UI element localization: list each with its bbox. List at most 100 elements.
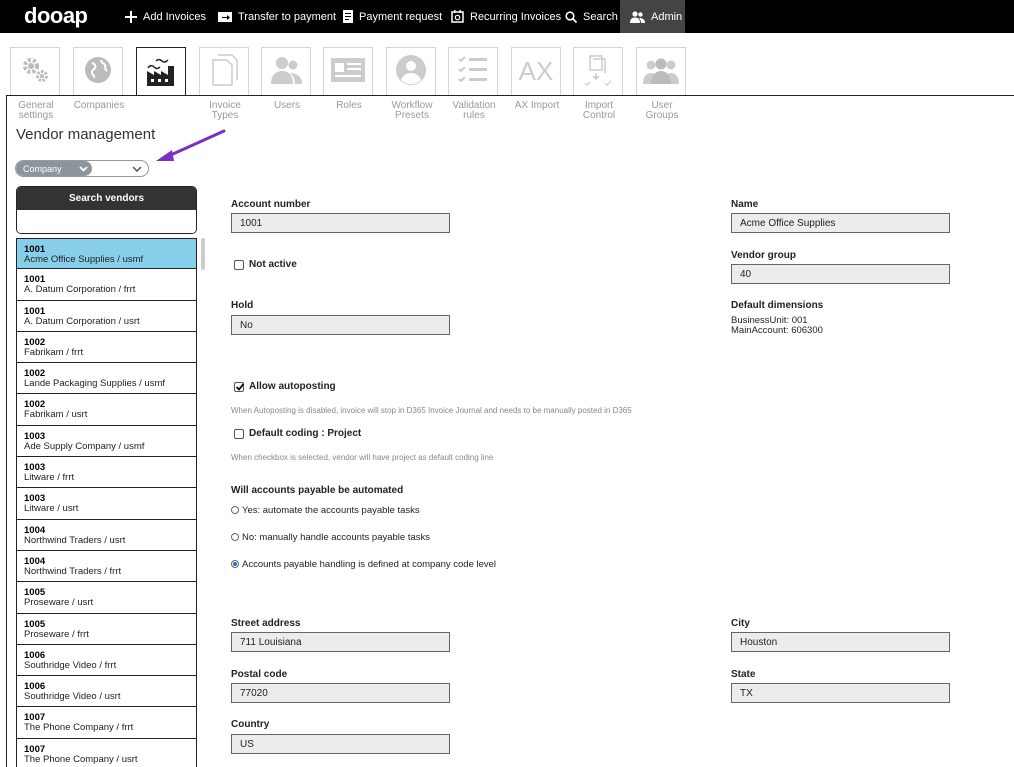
city-label: City <box>731 618 750 629</box>
nav-label: Admin <box>651 10 683 23</box>
tab-general-settings[interactable]: General settings <box>10 47 62 121</box>
list-item[interactable]: 1006 Southridge Video / frrt <box>17 645 196 677</box>
state-field[interactable] <box>731 683 950 703</box>
vendor-name: Southridge Video / usrt <box>24 691 121 703</box>
default-coding-label: Default coding : Project <box>249 428 362 439</box>
list-item[interactable]: 1004 Northwind Traders / usrt <box>17 520 196 551</box>
account-number-field[interactable] <box>231 213 450 233</box>
postal-code-field[interactable] <box>231 683 450 703</box>
tab-companies[interactable]: Companies <box>73 47 125 111</box>
company-filter[interactable]: Company <box>15 160 149 177</box>
chevron-down-icon <box>132 163 142 175</box>
vendor-name: Proseware / frrt <box>24 628 89 640</box>
vendor-list-scrollbar[interactable] <box>201 238 205 270</box>
vendor-group-field[interactable] <box>731 264 950 284</box>
list-item[interactable]: 1005 Proseware / usrt <box>17 582 196 614</box>
name-label: Name <box>731 199 759 210</box>
street-address-label: Street address <box>231 618 301 629</box>
hold-label: Hold <box>231 300 254 311</box>
vendor-name: Fabrikam / usrt <box>24 409 88 421</box>
vendor-name: Litware / usrt <box>24 503 79 515</box>
nav-transfer-to-payment[interactable]: Transfer to payment <box>218 0 336 33</box>
list-item[interactable]: 1003 Litware / usrt <box>17 488 196 520</box>
default-dimensions-line2: MainAccount: 606300 <box>731 325 823 336</box>
tab-users[interactable]: Users <box>261 47 313 111</box>
ap-option-no-radio[interactable] <box>231 533 239 541</box>
ap-option-yes-radio[interactable] <box>231 506 239 514</box>
vendor-name: Ade Supply Company / usmf <box>24 440 145 452</box>
nav-label: Search <box>583 10 618 23</box>
tab-label: Workflow Presets <box>391 100 433 121</box>
default-coding-checkbox[interactable] <box>234 429 244 439</box>
recurring-icon <box>451 10 464 23</box>
list-item[interactable]: 1001 A. Datum Corporation / frrt <box>17 269 196 301</box>
nav-admin[interactable]: Admin <box>620 0 685 33</box>
vendor-name: Proseware / usrt <box>24 597 94 609</box>
vendor-name: Northwind Traders / usrt <box>24 534 126 546</box>
list-item[interactable]: 1003 Litware / frrt <box>17 457 196 489</box>
nav-label: Add Invoices <box>143 10 206 23</box>
ax-icon: AX <box>518 56 554 86</box>
factory-icon <box>145 56 177 89</box>
ap-option-company-radio[interactable] <box>231 560 239 568</box>
list-item[interactable]: 1003 Ade Supply Company / usmf <box>17 426 196 458</box>
tab-label: General settings <box>18 100 54 121</box>
not-active-label: Not active <box>249 259 297 270</box>
tab-import-control[interactable]: Import Control <box>573 47 625 121</box>
tab-invoice-types[interactable]: Invoice Types <box>199 47 251 121</box>
nav-search[interactable]: Search <box>565 0 618 33</box>
account-number-label: Account number <box>231 199 311 210</box>
vendor-name: Southridge Video / frrt <box>24 659 117 671</box>
list-item[interactable]: 1002 Lande Packaging Supplies / usmf <box>17 363 196 395</box>
vendor-search-panel: Search vendors <box>16 186 197 234</box>
vendor-search-input[interactable] <box>17 210 196 233</box>
list-item[interactable]: 1002 Fabrikam / frrt <box>17 332 196 364</box>
hold-field[interactable] <box>231 315 450 335</box>
list-item[interactable]: 1001 Acme Office Supplies / usmf <box>17 238 196 270</box>
vendor-name: Fabrikam / frrt <box>24 346 84 358</box>
tab-label: User Groups <box>645 100 679 121</box>
name-field[interactable] <box>731 213 950 233</box>
vendor-name: Litware / frrt <box>24 472 75 484</box>
search-icon <box>565 10 577 23</box>
nav-add-invoices[interactable]: Add Invoices <box>125 0 206 33</box>
street-address-field[interactable] <box>231 632 450 652</box>
tab-label: Users <box>273 100 301 111</box>
user-group-icon <box>642 56 680 87</box>
company-select[interactable] <box>92 161 148 176</box>
tab-divider <box>6 95 1014 96</box>
tab-user-groups[interactable]: User Groups <box>636 47 688 121</box>
nav-recurring-invoices[interactable]: Recurring Invoices <box>451 0 561 33</box>
country-field[interactable] <box>231 734 450 754</box>
vendor-list: 1001 Acme Office Supplies / usmf 1001 A. D… <box>16 238 197 767</box>
brand-logo[interactable]: dooap <box>24 3 88 29</box>
state-label: State <box>731 669 756 680</box>
vendor-name: The Phone Company / usrt <box>24 753 138 765</box>
list-item[interactable]: 1002 Fabrikam / usrt <box>17 394 196 426</box>
ap-option-company-label: Accounts payable handling is defined at … <box>242 559 497 570</box>
nav-payment-request[interactable]: Payment request <box>343 0 442 33</box>
list-item[interactable]: 1007 The Phone Company / frrt <box>17 707 196 739</box>
tab-workflow-presets[interactable]: Workflow Presets <box>386 47 438 121</box>
ap-option-yes-label: Yes: automate the accounts payable tasks <box>242 505 420 516</box>
transfer-icon <box>218 11 232 22</box>
company-filter-button[interactable]: Company <box>16 161 92 176</box>
list-item[interactable]: 1007 The Phone Company / usrt <box>17 739 196 767</box>
vendor-name: Northwind Traders / frrt <box>24 565 122 577</box>
nav-label: Recurring Invoices <box>470 10 562 23</box>
tab-ax-import[interactable]: AX AX Import <box>511 47 563 111</box>
list-item[interactable]: 1006 Southridge Video / usrt <box>17 676 196 708</box>
list-item[interactable]: 1004 Northwind Traders / frrt <box>17 551 196 583</box>
tab-validation-rules[interactable]: Validation rules <box>448 47 500 121</box>
tab-roles[interactable]: Roles <box>323 47 375 111</box>
users-icon <box>269 56 303 87</box>
list-item[interactable]: 1005 Proseware / frrt <box>17 614 196 645</box>
allow-autoposting-checkbox[interactable] <box>234 382 245 392</box>
list-item[interactable]: 1001 A. Datum Corporation / usrt <box>17 301 196 332</box>
city-field[interactable] <box>731 632 950 652</box>
id-card-icon <box>330 57 366 86</box>
tab-label: Validation rules <box>452 100 496 121</box>
vendor-name: A. Datum Corporation / usrt <box>24 315 140 327</box>
tab-vendors[interactable] <box>136 47 188 102</box>
not-active-checkbox[interactable] <box>234 260 244 270</box>
